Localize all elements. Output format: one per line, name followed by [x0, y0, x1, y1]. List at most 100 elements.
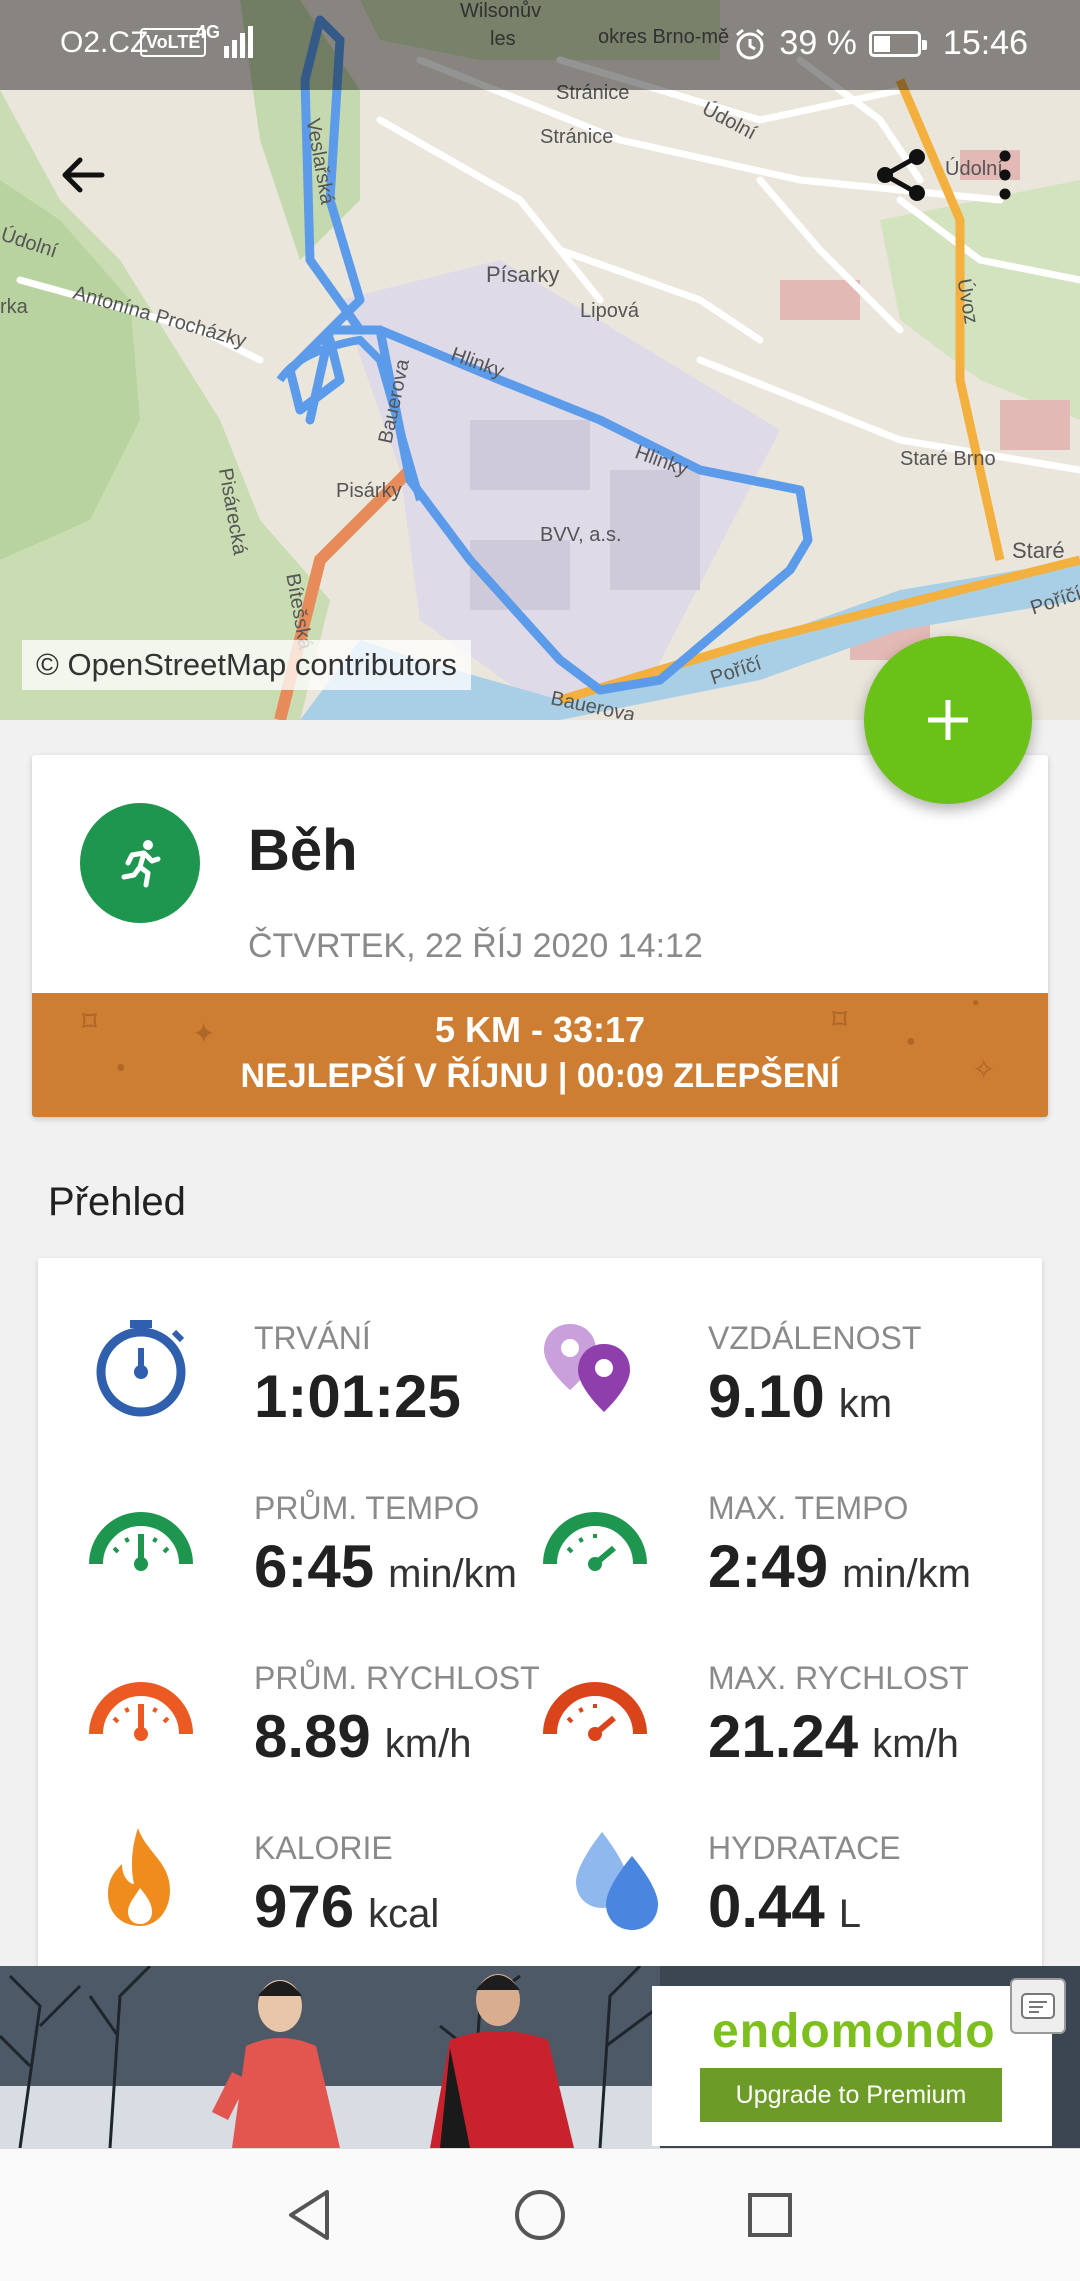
ad-photo [0, 1966, 660, 2148]
carrier-name: O2.CZ [60, 26, 149, 59]
map-label: rka [0, 296, 28, 318]
stat-value: 0.44 [708, 1873, 825, 1940]
map-label: Bauerova [374, 357, 414, 446]
more-vert-icon [999, 150, 1011, 200]
map-label: BVV, a.s. [540, 524, 622, 546]
stat-label: TRVÁNÍ [254, 1320, 371, 1356]
stat-value: 8.89 [254, 1703, 371, 1770]
map-label: Údolní [698, 97, 760, 145]
nav-back-button[interactable] [270, 2183, 350, 2247]
flame-icon [108, 1828, 170, 1926]
stat-value: 976 [254, 1873, 355, 1940]
map-label: Pisárecká [213, 466, 251, 557]
stat-label: PRŮM. RYCHLOST [254, 1660, 540, 1696]
gauge-green-max-icon [543, 1512, 647, 1571]
upgrade-premium-button[interactable]: Upgrade to Premium [700, 2068, 1002, 2122]
stat-value: 1:01:25 [254, 1363, 461, 1430]
network-type: 4G [196, 22, 221, 42]
back-button[interactable] [48, 140, 118, 210]
share-button[interactable] [866, 140, 936, 210]
map-label: Poříčí [707, 652, 765, 690]
map-label: Pisárky [336, 480, 402, 502]
gauge-orange-icon [89, 1682, 193, 1741]
stat-value: 21.24 [708, 1703, 859, 1770]
nav-home-icon [515, 2190, 565, 2240]
stat-unit: km/h [384, 1722, 472, 1766]
battery-percent: 39 % [779, 24, 857, 62]
nav-home-button[interactable] [500, 2183, 580, 2247]
location-pins-icon [544, 1324, 630, 1412]
map-labels: Wilsonův les okres Brno-mě Stránice Strá… [0, 0, 1080, 720]
map-label: Úvoz [952, 277, 983, 326]
map-label: Údolní [0, 223, 60, 263]
map-label: Antonína Procházky [70, 281, 249, 353]
map-credit[interactable]: © OpenStreetMap contributors [22, 640, 471, 690]
decor-icon: ● [972, 995, 980, 1009]
nav-recents-button[interactable] [730, 2183, 810, 2247]
map-label: Hlinky [448, 343, 507, 383]
stat-hydration: HYDRATACE 0.44 L [564, 1824, 1044, 1974]
stat-label: KALORIE [254, 1830, 393, 1866]
map-label: Veslařská [301, 116, 339, 207]
sport-title: Běh [248, 818, 358, 883]
stat-label: MAX. RYCHLOST [708, 1660, 969, 1696]
arrow-left-icon [62, 157, 105, 193]
share-icon [877, 149, 925, 201]
status-bar: O2.CZ VoLTE 4G 39 % 15:46 [0, 0, 1080, 90]
stats-card: TRVÁNÍ 1:01:25 VZDÁLENOST 9.10 km PRŮM. T… [38, 1258, 1042, 1978]
stat-label: HYDRATACE [708, 1830, 901, 1866]
nav-recents-icon [748, 2193, 792, 2237]
workout-date: ČTVRTEK, 22 ŘÍJ 2020 14:12 [248, 927, 703, 965]
gauge-orange-max-icon [543, 1682, 647, 1741]
stat-label: PRŮM. TEMPO [254, 1490, 480, 1526]
endomondo-logo: endomondo [712, 2005, 996, 2058]
map-label: Bauerova [548, 687, 638, 720]
stat-unit: min/km [388, 1552, 517, 1596]
map-label: Staré [1012, 538, 1065, 563]
stat-label: VZDÁLENOST [708, 1320, 922, 1356]
alarm-icon [736, 28, 765, 59]
stat-avg-pace: PRŮM. TEMPO 6:45 min/km [86, 1484, 566, 1634]
route-map[interactable]: Wilsonův les okres Brno-mě Stránice Strá… [0, 0, 1080, 720]
overview-title: Přehled [48, 1180, 186, 1224]
stopwatch-icon [96, 1320, 186, 1417]
map-label: Staré Brno [900, 448, 996, 470]
stat-duration: TRVÁNÍ 1:01:25 [86, 1314, 566, 1464]
map-label: Stránice [540, 126, 614, 148]
stat-unit: min/km [842, 1552, 971, 1596]
clock: 15:46 [942, 24, 1028, 62]
map-label: Poříčí [1027, 582, 1080, 620]
stat-max-speed: MAX. RYCHLOST 21.24 km/h [540, 1654, 1020, 1804]
water-drops-icon [576, 1832, 658, 1930]
stat-calories: KALORIE 976 kcal [86, 1824, 566, 1974]
stat-value: 9.10 [708, 1363, 825, 1430]
stat-avg-speed: PRŮM. RYCHLOST 8.89 km/h [86, 1654, 566, 1804]
ad-close-button[interactable] [1010, 1978, 1066, 2034]
stat-value: 2:49 [708, 1533, 829, 1600]
stat-value: 6:45 [254, 1533, 375, 1600]
nav-back-icon [289, 2190, 329, 2240]
signal-icon [224, 26, 253, 58]
record-value: 5 KM - 33:17 [434, 1009, 646, 1050]
ad-panel: endomondo Upgrade to Premium [652, 1986, 1052, 2146]
workout-card: Běh ČTVRTEK, 22 ŘÍJ 2020 14:12 ⌑ ✦ ● ⌑ ●… [32, 755, 1048, 1117]
map-label: Písarky [486, 262, 560, 287]
stat-unit: L [838, 1892, 862, 1936]
map-label: Lipová [580, 300, 639, 322]
more-button[interactable] [980, 140, 1030, 210]
system-nav-bar [0, 2148, 1080, 2281]
record-description: NEJLEPŠÍ V ŘÍJNU | 00:09 ZLEPŠENÍ [240, 1057, 840, 1095]
stat-unit: kcal [368, 1892, 440, 1936]
stat-max-pace: MAX. TEMPO 2:49 min/km [540, 1484, 1020, 1634]
running-icon [80, 803, 200, 923]
stat-distance: VZDÁLENOST 9.10 km [540, 1314, 1020, 1464]
stat-label: MAX. TEMPO [708, 1490, 909, 1526]
status-right: 39 % 15:46 [733, 24, 1028, 63]
ad-banner[interactable]: endomondo Upgrade to Premium [0, 1966, 1080, 2148]
map-label: Hlinky [632, 441, 691, 481]
gauge-green-icon [89, 1512, 193, 1571]
stat-unit: km/h [872, 1722, 959, 1766]
stat-unit: km [838, 1382, 893, 1426]
record-banner[interactable]: ⌑ ✦ ● ⌑ ● ● ✧ 5 KM - 33:17 NEJLEPŠÍ V ŘÍ… [32, 993, 1048, 1117]
add-button[interactable] [864, 636, 1032, 804]
